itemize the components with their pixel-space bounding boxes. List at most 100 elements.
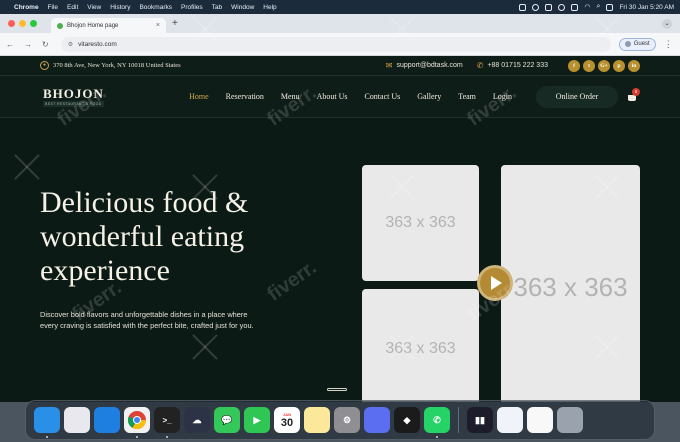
nav-login[interactable]: Login (493, 92, 512, 101)
cart-icon[interactable]: 0 (627, 87, 640, 102)
dock-separator (458, 407, 459, 433)
forward-button[interactable]: → (24, 40, 32, 49)
menubar-status-area: ◠ ⌕ Fri 30 Jan 5:20 AM (519, 3, 674, 11)
site-address: 370 8th Ave, New York, NY 10018 United S… (53, 62, 181, 69)
tab-title: Bhojon Home page (67, 22, 119, 29)
url-text: vitaresto.com (78, 40, 117, 48)
social-links: f t G+ p in (568, 59, 640, 72)
cloud-app-icon[interactable]: ☁ (184, 407, 210, 433)
status-app-icon[interactable] (519, 3, 527, 11)
menu-edit[interactable]: Edit (67, 4, 78, 11)
new-tab-button[interactable]: + (172, 18, 178, 29)
nav-gallery[interactable]: Gallery (417, 92, 441, 101)
unity-icon[interactable]: ◆ (394, 407, 420, 433)
media-icon[interactable] (571, 3, 579, 11)
chrome-menu-icon[interactable]: ⋮ (664, 39, 673, 50)
pinterest-icon[interactable]: p (613, 59, 625, 72)
gallery-placeholder-image: 363 x 363 (362, 165, 479, 281)
email-icon: ✉ (385, 61, 393, 70)
nav-contact-us[interactable]: Contact Us (364, 92, 400, 101)
back-button[interactable]: ← (6, 40, 14, 49)
nav-menu[interactable]: Menu (281, 92, 300, 101)
calendar-day: 30 (280, 416, 294, 429)
nav-links: Home Reservation Menu About Us Contact U… (172, 85, 640, 108)
favicon-icon (57, 22, 63, 29)
phone-icon: ✆ (476, 61, 484, 70)
zoom-window-button[interactable] (30, 20, 37, 27)
simulator-icon[interactable] (364, 407, 390, 433)
reload-button[interactable]: ↻ (42, 40, 49, 49)
status-record-icon[interactable] (532, 3, 540, 11)
menubar-clock[interactable]: Fri 30 Jan 5:20 AM (619, 4, 674, 11)
terminal-icon[interactable]: >_ (154, 407, 180, 438)
chrome-logo (127, 411, 146, 430)
browser-tab-active[interactable]: Bhojon Home page × (51, 18, 166, 33)
textedit-icon[interactable] (527, 407, 553, 433)
trash-icon[interactable] (557, 407, 583, 433)
google-plus-icon[interactable]: G+ (598, 59, 610, 72)
menu-profiles[interactable]: Profiles (181, 4, 203, 11)
notes-icon[interactable] (304, 407, 330, 433)
site-main-nav: BHOJON BEST RESTAURANT & FOOD Home Reser… (0, 76, 680, 118)
profile-button[interactable]: Guest (618, 37, 656, 51)
play-video-button[interactable] (477, 265, 513, 301)
wifi-icon[interactable]: ◠ (584, 3, 590, 11)
menu-window[interactable]: Window (231, 4, 254, 11)
menu-bookmarks[interactable]: Bookmarks (139, 4, 172, 11)
launchpad-icon[interactable] (64, 407, 90, 433)
screen: Chrome File Edit View History Bookmarks … (0, 0, 680, 442)
hero-title-line: experience (40, 254, 170, 287)
site-logo[interactable]: BHOJON BEST RESTAURANT & FOOD (43, 87, 104, 107)
twitter-icon[interactable]: t (583, 59, 595, 72)
menu-tab[interactable]: Tab (212, 4, 222, 11)
hero-title-line: Delicious food & (40, 186, 249, 219)
site-top-bar: ● 370 8th Ave, New York, NY 10018 United… (0, 56, 680, 76)
nav-home[interactable]: Home (189, 92, 209, 101)
mac-menu-bar: Chrome File Edit View History Bookmarks … (0, 0, 680, 14)
linkedin-icon[interactable]: in (628, 59, 640, 72)
menu-view[interactable]: View (87, 4, 101, 11)
hero-description: Discover bold flavors and unforgettable … (40, 309, 350, 331)
whatsapp-icon[interactable]: ✆ (424, 407, 450, 438)
menu-help[interactable]: Help (263, 4, 276, 11)
slider-indicator[interactable] (327, 388, 347, 391)
activity-monitor-icon[interactable]: ▮▮ (467, 407, 493, 433)
tableplus-icon[interactable] (497, 407, 523, 433)
close-window-button[interactable] (8, 20, 15, 27)
guest-avatar-icon (624, 41, 631, 47)
chrome-icon[interactable] (124, 407, 150, 438)
address-bar[interactable]: ⚙ vitaresto.com (60, 36, 611, 52)
spotlight-icon[interactable]: ⌕ (597, 3, 601, 11)
gallery-placeholder-image: 363 x 363 (501, 165, 640, 402)
email-contact[interactable]: ✉ support@bdtask.com (386, 61, 463, 70)
tab-search-button[interactable]: ⌄ (662, 18, 672, 29)
minimize-window-button[interactable] (19, 20, 26, 27)
menu-history[interactable]: History (110, 4, 130, 11)
close-tab-icon[interactable]: × (156, 22, 160, 29)
nav-reservation[interactable]: Reservation (226, 92, 264, 101)
user-status-icon[interactable] (558, 3, 566, 11)
facebook-icon[interactable]: f (568, 59, 580, 72)
nav-team[interactable]: Team (458, 92, 476, 101)
finder-icon[interactable] (34, 407, 60, 438)
phone-contact[interactable]: ✆ +88 01715 222 333 (477, 61, 548, 70)
hero-section: Delicious food & wonderful eating experi… (0, 118, 680, 402)
safari-icon[interactable] (94, 407, 120, 433)
nav-about-us[interactable]: About Us (317, 92, 348, 101)
control-center-icon[interactable] (606, 3, 614, 11)
email-text: support@bdtask.com (396, 62, 463, 69)
system-settings-icon[interactable]: ⚙ (334, 407, 360, 433)
menu-file[interactable]: File (48, 4, 58, 11)
online-order-button[interactable]: Online Order (536, 85, 618, 108)
browser-tab-bar: Bhojon Home page × + ⌄ (0, 14, 680, 33)
menu-chrome[interactable]: Chrome (14, 4, 39, 11)
cart-count-badge: 0 (632, 87, 640, 96)
browser-toolbar: ← → ↻ ⚙ vitaresto.com Guest ⋮ (0, 33, 680, 56)
calendar-icon[interactable]: JAN 30 (274, 407, 300, 433)
facetime-icon[interactable]: ▶ (244, 407, 270, 433)
phone-text: +88 01715 222 333 (487, 62, 548, 69)
messages-icon[interactable]: 💬 (214, 407, 240, 433)
battery-icon[interactable] (545, 3, 553, 11)
hero-title-line: wonderful eating (40, 220, 245, 253)
site-info-icon[interactable]: ⚙ (68, 41, 73, 48)
